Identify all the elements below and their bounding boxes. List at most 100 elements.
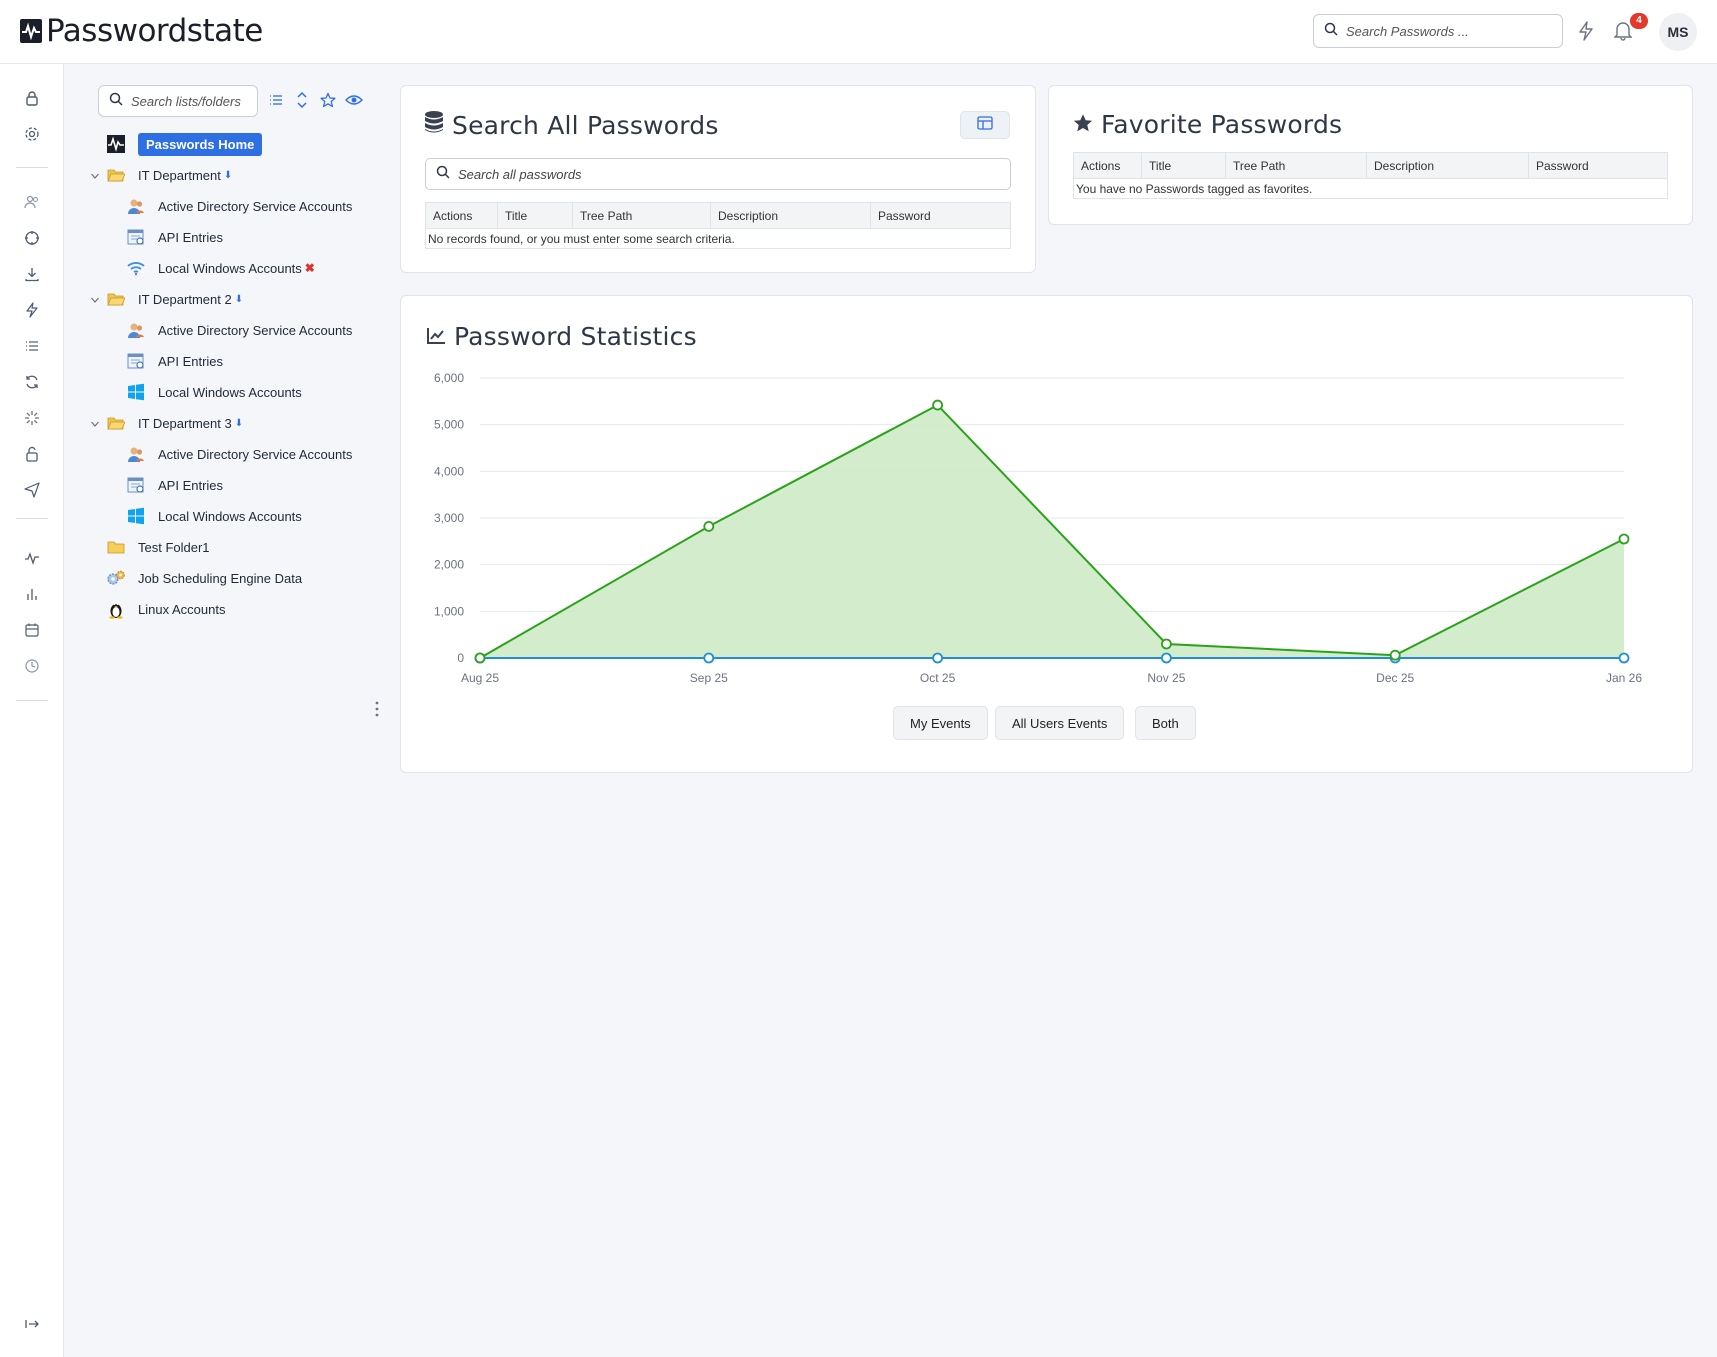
- rail-divider: [16, 518, 48, 519]
- star-icon[interactable]: [318, 90, 338, 110]
- expand-collapse-icon[interactable]: [292, 90, 312, 110]
- database-icon: [424, 110, 444, 140]
- passwords-home-label: Passwords Home: [138, 132, 263, 156]
- tree-password-list-item[interactable]: Local Windows Accounts: [126, 504, 302, 528]
- users-icon[interactable]: [22, 192, 42, 212]
- table-header-row: Actions Title Tree Path Description Pass…: [425, 202, 1011, 229]
- lightning-icon[interactable]: [1575, 20, 1597, 42]
- tree-password-list-item[interactable]: Local Windows Accounts: [126, 380, 302, 404]
- activity-icon[interactable]: [22, 548, 42, 568]
- sync-icon[interactable]: [22, 372, 42, 392]
- data-point: [932, 652, 943, 664]
- search-all-title: Search All Passwords: [424, 110, 719, 140]
- y-tick-label: 3,000: [434, 511, 464, 525]
- eye-icon[interactable]: [344, 90, 364, 110]
- column-header[interactable]: Tree Path: [572, 202, 711, 229]
- rail-divider: [16, 700, 48, 701]
- clock-icon[interactable]: [22, 656, 42, 676]
- x-tick-label: Sep 25: [690, 671, 728, 685]
- user-accounts-icon: [126, 320, 146, 340]
- tree-item-label: IT Department 3: [138, 415, 232, 431]
- folder-open-icon: [106, 413, 126, 433]
- download-icon[interactable]: [22, 264, 42, 284]
- tree-password-list-item[interactable]: Active Directory Service Accounts: [126, 194, 352, 218]
- top-search-input[interactable]: [1346, 23, 1546, 39]
- column-header[interactable]: Actions: [1073, 152, 1142, 179]
- layout-toggle-button[interactable]: [960, 111, 1010, 139]
- tree-expand-caret-icon[interactable]: [89, 294, 101, 306]
- data-point: [474, 652, 486, 664]
- linux-icon: [106, 599, 126, 619]
- data-point: [1618, 533, 1630, 545]
- tree-folder-item[interactable]: Test Folder1: [106, 535, 210, 559]
- user-avatar[interactable]: MS: [1659, 13, 1697, 51]
- empty-message: No records found, or you must enter some…: [425, 228, 1011, 249]
- tree-password-list-item[interactable]: API Entries: [126, 225, 223, 249]
- tree-item-label: API Entries: [158, 353, 224, 369]
- column-header[interactable]: Actions: [425, 202, 498, 229]
- gear-icon[interactable]: [22, 124, 42, 144]
- bar-chart-icon[interactable]: [22, 584, 42, 604]
- send-icon[interactable]: [22, 480, 42, 500]
- search-icon: [1324, 22, 1338, 41]
- search-all-field[interactable]: [425, 158, 1011, 190]
- column-header[interactable]: Title: [1141, 152, 1226, 179]
- table-row: No records found, or you must enter some…: [425, 228, 1011, 249]
- api-icon: [126, 227, 146, 247]
- tree-expand-caret-icon[interactable]: [89, 418, 101, 430]
- tree-password-list-item[interactable]: Local Windows Accounts ✖: [126, 256, 315, 280]
- column-header[interactable]: Tree Path: [1225, 152, 1367, 179]
- column-header[interactable]: Password: [1528, 152, 1668, 179]
- series-area: [480, 405, 1624, 658]
- more-options-icon[interactable]: [373, 700, 381, 718]
- windows-icon: [126, 382, 146, 402]
- tree-item-label: Active Directory Service Accounts: [158, 322, 353, 338]
- x-tick-label: Nov 25: [1147, 671, 1185, 685]
- tree-item-label: Local Windows Accounts: [158, 260, 302, 276]
- table-row: You have no Passwords tagged as favorite…: [1073, 178, 1668, 199]
- tree-item-passwords-home[interactable]: Passwords Home: [106, 132, 263, 156]
- target-icon[interactable]: [22, 228, 42, 248]
- lightning-icon[interactable]: [22, 300, 42, 320]
- tree-password-list-item[interactable]: Active Directory Service Accounts: [126, 318, 352, 342]
- expand-rail-icon[interactable]: [22, 1314, 42, 1334]
- search-all-input[interactable]: [458, 166, 908, 182]
- all-users-events-button[interactable]: All Users Events: [995, 706, 1125, 740]
- spinner-icon[interactable]: [22, 408, 42, 428]
- app-logo[interactable]: Passwordstate: [20, 14, 263, 48]
- lock-icon[interactable]: [22, 88, 42, 108]
- tree-password-list-item[interactable]: Active Directory Service Accounts: [126, 442, 352, 466]
- calendar-icon[interactable]: [22, 620, 42, 640]
- unlock-icon[interactable]: [22, 444, 42, 464]
- tree-item-label: Job Scheduling Engine Data: [138, 570, 303, 586]
- tree-item-label: Linux Accounts: [138, 601, 226, 617]
- star-icon: [1073, 110, 1093, 139]
- top-search-box[interactable]: [1313, 14, 1563, 48]
- tree-folder-item[interactable]: Job Scheduling Engine Data: [106, 566, 302, 590]
- my-events-button[interactable]: My Events: [893, 706, 988, 740]
- column-header[interactable]: Description: [1366, 152, 1529, 179]
- tree-search-box[interactable]: [98, 85, 258, 117]
- y-tick-label: 5,000: [434, 418, 464, 432]
- tree-folder-item[interactable]: IT Department 2 ⬇: [106, 287, 243, 311]
- column-header[interactable]: Password: [870, 202, 1011, 229]
- x-tick-label: Dec 25: [1376, 671, 1414, 685]
- list-icon[interactable]: [22, 336, 42, 356]
- tree-search-input[interactable]: [131, 93, 246, 109]
- favorites-title-text: Favorite Passwords: [1101, 110, 1343, 139]
- tree-folder-item[interactable]: IT Department ⬇: [106, 163, 232, 187]
- column-header[interactable]: Title: [497, 202, 573, 229]
- tree-password-list-item[interactable]: API Entries: [126, 349, 223, 373]
- tree-folder-item[interactable]: Linux Accounts: [106, 597, 225, 621]
- column-header[interactable]: Description: [710, 202, 871, 229]
- both-events-button[interactable]: Both: [1135, 706, 1196, 740]
- password-statistics-chart: 0 1,000 2,000 3,000 4,000 5,000 6,000 Aug 25 Sep…: [434, 371, 1642, 685]
- tree-password-list-item[interactable]: API Entries: [126, 473, 223, 497]
- gears-icon: [106, 568, 126, 588]
- list-view-icon[interactable]: [266, 90, 286, 110]
- left-rail: [0, 64, 64, 1357]
- tree-folder-item[interactable]: IT Department 3 ⬇: [106, 411, 243, 435]
- app-name: Passwordstate: [46, 13, 263, 49]
- tree-expand-caret-icon[interactable]: [89, 170, 101, 182]
- data-point: [1618, 652, 1630, 664]
